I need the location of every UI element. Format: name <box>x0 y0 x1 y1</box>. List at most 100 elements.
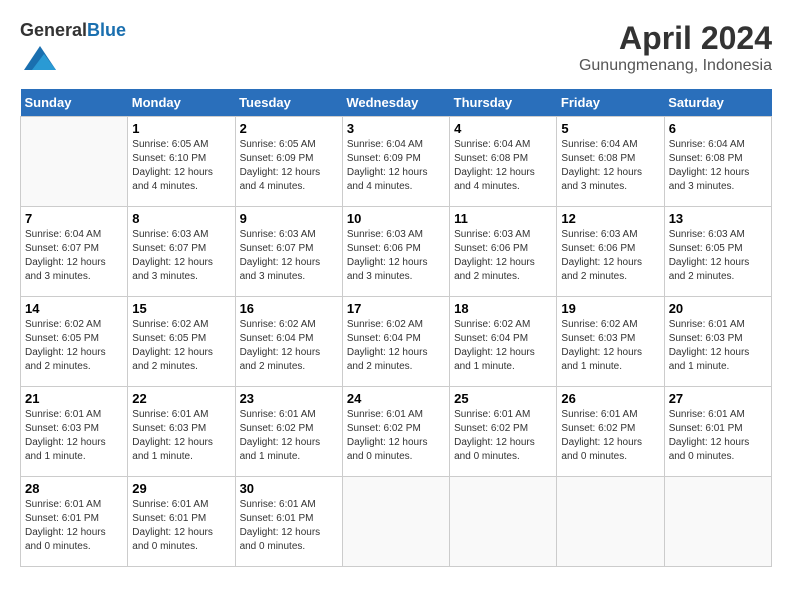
calendar-cell: 28 Sunrise: 6:01 AM Sunset: 6:01 PM Dayli… <box>21 476 128 566</box>
calendar-cell: 15 Sunrise: 6:02 AM Sunset: 6:05 PM Dayli… <box>128 296 235 386</box>
header-day: Tuesday <box>235 89 342 117</box>
calendar-cell: 19 Sunrise: 6:02 AM Sunset: 6:03 PM Dayli… <box>557 296 664 386</box>
day-info: Sunrise: 6:04 AM Sunset: 6:08 PM Dayligh… <box>561 138 659 194</box>
day-info: Sunrise: 6:02 AM Sunset: 6:05 PM Dayligh… <box>132 318 230 374</box>
calendar-body: 1 Sunrise: 6:05 AM Sunset: 6:10 PM Daylig… <box>21 116 772 566</box>
week-row: 14Sunrise: 6:02 AM Sunset: 6:05 PM Dayli… <box>21 296 772 386</box>
calendar-cell <box>342 476 449 566</box>
day-number: 12 <box>561 211 659 226</box>
calendar-cell: 30 Sunrise: 6:01 AM Sunset: 6:01 PM Dayli… <box>235 476 342 566</box>
day-number: 5 <box>561 121 659 136</box>
calendar-cell: 6Sunrise: 6:04 AM Sunset: 6:08 PM Daylig… <box>664 116 771 206</box>
calendar-header: SundayMondayTuesdayWednesdayThursdayFrid… <box>21 89 772 117</box>
week-row: 28 Sunrise: 6:01 AM Sunset: 6:01 PM Dayli… <box>21 476 772 566</box>
day-number: 1 <box>132 121 230 136</box>
calendar-cell: 27 Sunrise: 6:01 AM Sunset: 6:01 PM Dayli… <box>664 386 771 476</box>
header-day: Friday <box>557 89 664 117</box>
calendar-cell: 8Sunrise: 6:03 AM Sunset: 6:07 PM Daylig… <box>128 206 235 296</box>
day-info: Sunrise: 6:03 AM Sunset: 6:07 PM Dayligh… <box>240 228 338 284</box>
day-info: Sunrise: 6:01 AM Sunset: 6:03 PM Dayligh… <box>132 408 230 464</box>
header-row: SundayMondayTuesdayWednesdayThursdayFrid… <box>21 89 772 117</box>
calendar-cell <box>21 116 128 206</box>
calendar-cell: 5 Sunrise: 6:04 AM Sunset: 6:08 PM Daylig… <box>557 116 664 206</box>
day-info: Sunrise: 6:02 AM Sunset: 6:05 PM Dayligh… <box>25 318 123 374</box>
day-number: 11 <box>454 211 552 226</box>
header-day: Wednesday <box>342 89 449 117</box>
day-info: Sunrise: 6:03 AM Sunset: 6:05 PM Dayligh… <box>669 228 767 284</box>
calendar-cell: 11 Sunrise: 6:03 AM Sunset: 6:06 PM Dayli… <box>450 206 557 296</box>
calendar-cell: 18 Sunrise: 6:02 AM Sunset: 6:04 PM Dayli… <box>450 296 557 386</box>
day-info: Sunrise: 6:01 AM Sunset: 6:01 PM Dayligh… <box>669 408 767 464</box>
calendar-cell: 4 Sunrise: 6:04 AM Sunset: 6:08 PM Daylig… <box>450 116 557 206</box>
calendar-cell: 3Sunrise: 6:04 AM Sunset: 6:09 PM Daylig… <box>342 116 449 206</box>
day-info: Sunrise: 6:02 AM Sunset: 6:04 PM Dayligh… <box>240 318 338 374</box>
calendar-cell: 20 Sunrise: 6:01 AM Sunset: 6:03 PM Dayli… <box>664 296 771 386</box>
logo: GeneralBlue <box>20 20 126 79</box>
calendar-cell: 1 Sunrise: 6:05 AM Sunset: 6:10 PM Daylig… <box>128 116 235 206</box>
day-info: Sunrise: 6:01 AM Sunset: 6:02 PM Dayligh… <box>454 408 552 464</box>
day-info: Sunrise: 6:02 AM Sunset: 6:03 PM Dayligh… <box>561 318 659 374</box>
day-number: 28 <box>25 481 123 496</box>
calendar-title: April 2024 <box>579 20 772 57</box>
calendar-cell: 25Sunrise: 6:01 AM Sunset: 6:02 PM Dayli… <box>450 386 557 476</box>
week-row: 7 Sunrise: 6:04 AM Sunset: 6:07 PM Daylig… <box>21 206 772 296</box>
day-info: Sunrise: 6:03 AM Sunset: 6:06 PM Dayligh… <box>561 228 659 284</box>
title-block: April 2024 Gunungmenang, Indonesia <box>579 20 772 75</box>
day-number: 4 <box>454 121 552 136</box>
day-number: 23 <box>240 391 338 406</box>
day-info: Sunrise: 6:01 AM Sunset: 6:02 PM Dayligh… <box>561 408 659 464</box>
day-info: Sunrise: 6:04 AM Sunset: 6:08 PM Dayligh… <box>454 138 552 194</box>
header-day: Thursday <box>450 89 557 117</box>
day-info: Sunrise: 6:03 AM Sunset: 6:06 PM Dayligh… <box>347 228 445 284</box>
day-info: Sunrise: 6:01 AM Sunset: 6:02 PM Dayligh… <box>347 408 445 464</box>
day-info: Sunrise: 6:03 AM Sunset: 6:06 PM Dayligh… <box>454 228 552 284</box>
day-number: 6 <box>669 121 767 136</box>
day-number: 20 <box>669 301 767 316</box>
header-day: Sunday <box>21 89 128 117</box>
day-number: 19 <box>561 301 659 316</box>
calendar-cell: 22 Sunrise: 6:01 AM Sunset: 6:03 PM Dayli… <box>128 386 235 476</box>
week-row: 1 Sunrise: 6:05 AM Sunset: 6:10 PM Daylig… <box>21 116 772 206</box>
logo-blue: Blue <box>87 20 126 40</box>
day-info: Sunrise: 6:05 AM Sunset: 6:10 PM Dayligh… <box>132 138 230 194</box>
calendar-cell: 9 Sunrise: 6:03 AM Sunset: 6:07 PM Daylig… <box>235 206 342 296</box>
day-info: Sunrise: 6:01 AM Sunset: 6:01 PM Dayligh… <box>240 498 338 554</box>
calendar-subtitle: Gunungmenang, Indonesia <box>579 57 772 75</box>
day-number: 17 <box>347 301 445 316</box>
day-number: 29 <box>132 481 230 496</box>
calendar-cell <box>450 476 557 566</box>
day-number: 13 <box>669 211 767 226</box>
calendar-cell: 12 Sunrise: 6:03 AM Sunset: 6:06 PM Dayli… <box>557 206 664 296</box>
day-info: Sunrise: 6:01 AM Sunset: 6:02 PM Dayligh… <box>240 408 338 464</box>
day-number: 30 <box>240 481 338 496</box>
day-info: Sunrise: 6:02 AM Sunset: 6:04 PM Dayligh… <box>454 318 552 374</box>
page-header: GeneralBlue April 2024 Gunungmenang, Ind… <box>20 20 772 79</box>
day-info: Sunrise: 6:04 AM Sunset: 6:07 PM Dayligh… <box>25 228 123 284</box>
day-number: 10 <box>347 211 445 226</box>
day-number: 15 <box>132 301 230 316</box>
day-number: 7 <box>25 211 123 226</box>
day-number: 16 <box>240 301 338 316</box>
day-number: 22 <box>132 391 230 406</box>
day-number: 26 <box>561 391 659 406</box>
day-info: Sunrise: 6:03 AM Sunset: 6:07 PM Dayligh… <box>132 228 230 284</box>
day-info: Sunrise: 6:02 AM Sunset: 6:04 PM Dayligh… <box>347 318 445 374</box>
calendar-cell: 26 Sunrise: 6:01 AM Sunset: 6:02 PM Dayli… <box>557 386 664 476</box>
day-number: 21 <box>25 391 123 406</box>
header-day: Saturday <box>664 89 771 117</box>
calendar-cell <box>557 476 664 566</box>
calendar-cell: 14Sunrise: 6:02 AM Sunset: 6:05 PM Dayli… <box>21 296 128 386</box>
day-number: 24 <box>347 391 445 406</box>
day-info: Sunrise: 6:01 AM Sunset: 6:01 PM Dayligh… <box>25 498 123 554</box>
calendar-cell: 7 Sunrise: 6:04 AM Sunset: 6:07 PM Daylig… <box>21 206 128 296</box>
day-info: Sunrise: 6:05 AM Sunset: 6:09 PM Dayligh… <box>240 138 338 194</box>
day-number: 27 <box>669 391 767 406</box>
day-info: Sunrise: 6:01 AM Sunset: 6:03 PM Dayligh… <box>669 318 767 374</box>
day-number: 9 <box>240 211 338 226</box>
calendar-cell: 29Sunrise: 6:01 AM Sunset: 6:01 PM Dayli… <box>128 476 235 566</box>
logo-icon <box>24 42 56 74</box>
day-number: 2 <box>240 121 338 136</box>
calendar-cell: 24 Sunrise: 6:01 AM Sunset: 6:02 PM Dayli… <box>342 386 449 476</box>
calendar-cell: 21Sunrise: 6:01 AM Sunset: 6:03 PM Dayli… <box>21 386 128 476</box>
day-number: 18 <box>454 301 552 316</box>
